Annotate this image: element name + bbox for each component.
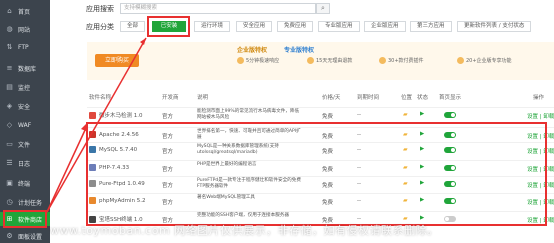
operation-links[interactable]: 设置 | 卸载 — [527, 112, 554, 120]
tab-third-party-apps[interactable]: 第三方应用 — [410, 21, 452, 32]
refund-icon — [307, 57, 314, 64]
watermark-text: www.toymoban.com 网络图片仅供展示，非存储，如有侵权请联系删除。 — [50, 224, 439, 237]
description: 能检测市面上99%的常见流行木马病毒文件，降低网站被木马风险 — [197, 109, 300, 120]
banner-feature: 30+款付费插件 — [379, 57, 424, 64]
table-row: 微步木马检测 1.0 官方 能检测市面上99%的常见流行木马病毒文件，降低网站被木马… — [87, 107, 554, 121]
tab-all[interactable]: 全部 — [120, 21, 146, 32]
installed-highlight-box — [86, 122, 547, 226]
sidebar-item-terminal[interactable]: ▣ 终端 — [0, 176, 50, 190]
folder-icon[interactable]: ▰ — [403, 111, 408, 118]
col-price: 价格/天 — [322, 95, 341, 101]
tab-enterprise-apps[interactable]: 企业版应用 — [364, 21, 406, 32]
col-developer: 开发商 — [162, 95, 179, 101]
col-status: 状态 — [417, 95, 429, 101]
tab-runtime[interactable]: 运行环境 — [194, 21, 231, 32]
sidebar-item-monitor[interactable]: ▤ 监控 — [0, 80, 50, 94]
buy-now-button[interactable]: 立即购买 — [95, 54, 139, 67]
sidebar-item-website[interactable]: ◍ 网站 — [0, 22, 50, 36]
globe-icon: ◍ — [6, 24, 13, 33]
tab-free-apps[interactable]: 免费应用 — [277, 21, 314, 32]
sidebar-item-database[interactable]: ≡ 数据库 — [0, 61, 50, 75]
software-name: 微步木马检测 1.0 — [89, 111, 143, 119]
store-highlight-box — [3, 210, 47, 228]
sidebar-item-settings[interactable]: ⚙ 面板设置 — [0, 229, 50, 243]
col-name: 软件名称 — [89, 95, 112, 101]
homepage-toggle[interactable] — [444, 112, 456, 120]
pro-privilege-title: 专业版特权 — [284, 47, 315, 54]
ftp-icon: ⇅ — [6, 42, 13, 51]
software-icon — [89, 111, 96, 119]
banner-feature: 20+企业版专享功能 — [457, 57, 512, 64]
tab-security-apps[interactable]: 安全应用 — [236, 21, 273, 32]
terminal-icon: ▣ — [6, 178, 13, 187]
developer: 官方 — [162, 114, 174, 120]
update-list-button[interactable]: 更新软件列表 / 支付状态 — [457, 21, 532, 32]
clock-icon: ◷ — [6, 197, 13, 206]
sidebar-item-cron[interactable]: ◷ 计划任务 — [0, 195, 50, 209]
installed-tab-highlight-box — [147, 16, 190, 37]
search-icon[interactable]: ⌕ — [316, 3, 330, 14]
enterprise-privilege-title: 企业版特权 — [237, 47, 268, 54]
expire-date: -- — [357, 112, 361, 118]
sidebar-item-home[interactable]: ⌂ 首页 — [0, 4, 50, 18]
tab-pro-apps[interactable]: 专业版应用 — [318, 21, 360, 32]
folder-icon: ▭ — [6, 139, 13, 148]
price: 免费 — [322, 114, 334, 120]
sidebar-item-files[interactable]: ▭ 文件 — [0, 137, 50, 151]
waf-icon: ◇ — [6, 120, 13, 129]
sidebar-item-logs[interactable]: ☰ 日志 — [0, 156, 50, 170]
log-icon: ☰ — [6, 158, 13, 167]
banner-feature: 15天无理由退款 — [307, 57, 352, 64]
home-icon: ⌂ — [7, 6, 12, 15]
col-homepage: 首页显示 — [439, 95, 462, 101]
search-input[interactable]: 支持模糊搜索 — [120, 3, 316, 14]
search-label: 应用搜索 — [86, 5, 114, 13]
database-icon: ≡ — [6, 63, 13, 72]
response-icon — [237, 57, 244, 64]
sidebar: ⌂ 首页 ◍ 网站 ⇅ FTP ≡ 数据库 ▤ 监控 ◈ 安全 ◇ WAF ▭ 文件 ☰ 日志 ▣… — [0, 0, 50, 243]
col-expire: 到期时间 — [357, 95, 380, 101]
enterprise-icon — [457, 57, 464, 64]
sidebar-item-security[interactable]: ◈ 安全 — [0, 99, 50, 113]
col-description: 说明 — [197, 95, 209, 101]
gear-icon: ⚙ — [6, 231, 13, 240]
monitor-icon: ▤ — [6, 82, 13, 91]
shield-icon: ◈ — [6, 101, 13, 110]
toggle-switch[interactable] — [444, 112, 456, 118]
upgrade-banner: 立即购买 企业版特权 专业版特权 5分钟极速响应 15天无理由退款 30+款付费… — [87, 42, 554, 80]
main-panel: 应用搜索 支持模糊搜索 ⌕ 应用分类 全部 已安装 运行环境 安全应用 免费应用… — [50, 0, 554, 243]
sidebar-item-waf[interactable]: ◇ WAF — [0, 118, 50, 132]
col-operation: 操作 — [533, 95, 545, 101]
banner-feature: 5分钟极速响应 — [237, 57, 279, 64]
table-header: 软件名称 开发商 说明 价格/天 到期时间 位置 状态 首页显示 操作 — [87, 93, 554, 104]
col-location: 位置 — [401, 95, 413, 101]
play-icon: ▶ — [420, 111, 425, 117]
category-label: 应用分类 — [86, 23, 114, 31]
sidebar-item-ftp[interactable]: ⇅ FTP — [0, 40, 50, 54]
plugin-icon — [379, 57, 386, 64]
